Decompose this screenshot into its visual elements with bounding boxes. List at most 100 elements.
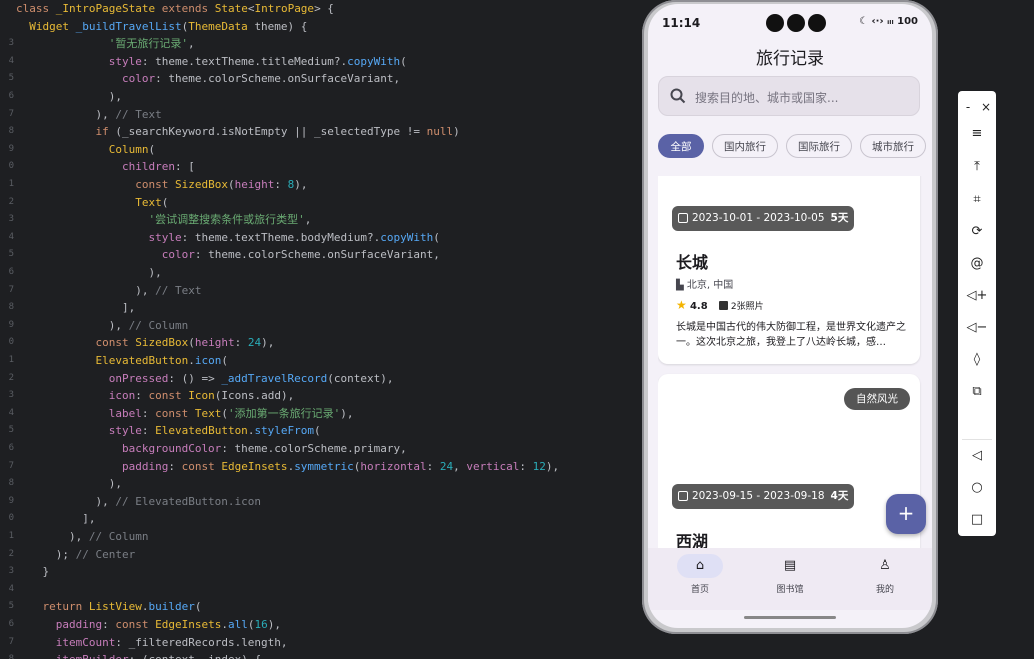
code-token: ThemeData (188, 19, 255, 33)
code-line[interactable]: children: [ (16, 158, 195, 176)
code-token: ), (16, 266, 162, 279)
code-token: : [ (174, 160, 195, 174)
at-icon[interactable]: @ (958, 254, 996, 274)
code-line[interactable]: icon: const Icon(Icons.add), (16, 387, 294, 405)
code-line[interactable]: color: theme.colorScheme.onSurfaceVarian… (16, 246, 440, 264)
code-token: _addTravelRecord (221, 371, 328, 385)
overview-icon[interactable]: □ (958, 510, 996, 530)
travel-card[interactable]: 自然风光 2023-09-15 - 2023-09-18 4天 西湖 (658, 374, 920, 548)
line-number: 3 (8, 214, 14, 225)
code-token: : (141, 424, 156, 438)
code-line[interactable]: padding: const EdgeInsets.symmetric(hori… (16, 458, 559, 476)
code-line[interactable]: class _IntroPageState extends State<Intr… (16, 0, 334, 18)
code-line[interactable]: '暂无旅行记录', (16, 35, 195, 53)
code-token: IntroPage (254, 2, 315, 15)
code-line[interactable]: ), (16, 88, 122, 106)
gesture-bar[interactable] (744, 616, 836, 619)
travel-card[interactable]: 2023-10-01 - 2023-10-05 5天 长城 ▙ 北京, 中国 ★ … (658, 176, 920, 364)
code-token: : theme.colorScheme.onSurfaceVariant, (194, 248, 440, 262)
code-line[interactable]: itemBuilder: (context, index) { (16, 651, 261, 659)
code-line[interactable]: return ListView.builder( (16, 598, 202, 616)
code-line[interactable]: ), (16, 475, 122, 493)
close-icon[interactable]: × (978, 99, 994, 115)
line-number: 0 (8, 513, 14, 524)
code-line[interactable]: '尝试调整搜索条件或旅行类型', (16, 211, 311, 229)
crop-icon[interactable]: ⌗ (958, 190, 996, 210)
code-token: // ElevatedButton.icon (115, 494, 262, 508)
code-token: ( (433, 230, 440, 244)
code-line[interactable]: Column( (16, 141, 155, 159)
code-line[interactable]: ), // ElevatedButton.icon (16, 493, 261, 511)
code-editor[interactable]: 345678901234567890123456789012345678 cla… (0, 0, 640, 659)
line-number: 6 (8, 267, 14, 277)
search-input[interactable]: 搜索目的地、城市或国家... (658, 76, 920, 116)
home-circle-icon[interactable]: ○ (958, 478, 996, 498)
toolbar-divider (962, 439, 992, 440)
chip-domestic[interactable]: 国内旅行 (712, 134, 778, 158)
nav-profile[interactable]: ♙ 我的 (850, 554, 920, 595)
code-token: class (16, 2, 56, 15)
code-line[interactable]: const SizedBox(height: 8), (16, 176, 307, 194)
line-number: 1 (8, 355, 14, 365)
code-line[interactable]: itemCount: _filteredRecords.length, (16, 634, 288, 652)
line-number: 3 (8, 566, 14, 577)
card-title: 西湖 (676, 532, 709, 548)
code-token: : (274, 178, 288, 191)
code-line[interactable]: Text( (16, 194, 168, 212)
code-line[interactable]: style: theme.textTheme.titleMedium?.copy… (16, 53, 407, 71)
pin-top-icon[interactable]: ⤒ (958, 157, 996, 177)
volume-up-icon[interactable]: ◁+ (958, 286, 996, 306)
code-line[interactable]: color: theme.colorScheme.onSurfaceVarian… (16, 70, 400, 88)
nav-library[interactable]: ▤ 图书馆 (755, 554, 825, 595)
camera-icon (766, 14, 784, 32)
code-line[interactable]: ], (16, 510, 95, 528)
menu-icon[interactable]: ≡ (958, 124, 996, 144)
code-line[interactable]: ); // Center (16, 546, 135, 564)
line-number: 6 (8, 91, 14, 101)
date-badge: 2023-09-15 - 2023-09-18 4天 (672, 484, 855, 509)
code-line[interactable]: ), // Text (16, 106, 161, 124)
code-line[interactable]: ), // Column (16, 317, 189, 335)
code-line[interactable]: ), // Text (16, 282, 201, 300)
minimize-icon[interactable]: - (960, 99, 976, 115)
code-line[interactable]: onPressed: () => _addTravelRecord(contex… (16, 370, 394, 388)
code-line[interactable]: Widget _buildTravelList(ThemeData theme)… (16, 18, 307, 36)
code-line[interactable]: style: theme.textTheme.bodyMedium?.copyW… (16, 229, 440, 247)
code-token: // Text (155, 283, 202, 297)
code-line[interactable]: backgroundColor: theme.colorScheme.prima… (16, 440, 407, 458)
back-icon[interactable]: ◁ (958, 446, 996, 466)
code-line[interactable]: label: const Text('添加第一条旅行记录'), (16, 405, 354, 423)
code-token: : theme.colorScheme.primary, (221, 442, 407, 455)
add-record-button[interactable]: + (886, 494, 926, 534)
rotate-device-icon[interactable]: ◊ (958, 350, 996, 370)
travel-list[interactable]: 2023-10-01 - 2023-10-05 5天 长城 ▙ 北京, 中国 ★ … (658, 176, 922, 548)
date-badge: 2023-10-01 - 2023-10-05 5天 (672, 206, 855, 231)
code-line[interactable]: padding: const EdgeInsets.all(16), (16, 616, 281, 634)
code-line[interactable] (16, 581, 23, 599)
library-icon: ▤ (783, 558, 797, 573)
chip-city[interactable]: 城市旅行 (860, 134, 926, 158)
screenshot-icon[interactable]: ⧉ (958, 382, 996, 402)
code-line[interactable]: ), (16, 264, 162, 282)
chip-international[interactable]: 国际旅行 (786, 134, 852, 158)
code-line[interactable]: ), // Column (16, 528, 149, 546)
volume-down-icon[interactable]: ◁− (958, 318, 996, 338)
code-token: '尝试调整搜索条件或旅行类型' (148, 213, 305, 227)
code-token: ), (545, 459, 560, 473)
code-line[interactable]: if (_searchKeyword.isNotEmpty || _select… (16, 123, 459, 141)
code-line[interactable]: const SizedBox(height: 24), (16, 334, 274, 352)
phone-frame: 11:14 ☾ ‹·› ᵢₗₗ 100 旅行记录 搜索目的地、城市或国家... … (642, 0, 938, 634)
chip-all[interactable]: 全部 (658, 134, 704, 158)
code-line[interactable]: ElevatedButton.icon( (16, 352, 227, 370)
nav-home[interactable]: ⌂ 首页 (665, 554, 735, 595)
rotate-icon[interactable]: ⟳ (958, 222, 996, 242)
code-line[interactable]: ], (16, 299, 135, 317)
code-line[interactable]: style: ElevatedButton.styleFrom( (16, 422, 321, 440)
code-token: '添加第一条旅行记录' (227, 406, 341, 420)
code-line[interactable]: } (16, 563, 49, 581)
